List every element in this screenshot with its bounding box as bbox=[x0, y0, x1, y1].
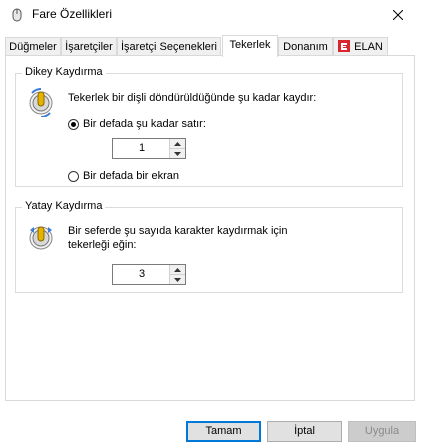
horizontal-scroll-group: Yatay Kaydırma Bir seferde şu sayıda kar… bbox=[15, 200, 403, 293]
stepper-up-button[interactable] bbox=[170, 265, 185, 275]
stepper-down-button[interactable] bbox=[170, 275, 185, 284]
one-screen-label[interactable]: Bir defada bir ekran bbox=[83, 170, 179, 182]
tab-pointer-options[interactable]: İşaretçi Seçenekleri bbox=[117, 37, 221, 55]
tab-buttons[interactable]: Düğmeler bbox=[5, 37, 61, 55]
tab-elan[interactable]: ELAN bbox=[333, 37, 388, 55]
tab-hardware[interactable]: Donanım bbox=[278, 37, 333, 55]
stepper-arrows bbox=[169, 139, 185, 158]
lines-stepper[interactable]: 1 bbox=[112, 138, 186, 159]
elan-icon bbox=[338, 40, 351, 52]
tab-label: Tekerlek bbox=[229, 39, 271, 51]
group-label: Yatay Kaydırma bbox=[22, 200, 106, 212]
window-title: Fare Özellikleri bbox=[32, 7, 113, 21]
vertical-scroll-group: Dikey Kaydırma Tekerlek bir dişli döndür… bbox=[15, 66, 403, 187]
ok-button[interactable]: Tamam bbox=[186, 421, 261, 442]
lines-value[interactable]: 1 bbox=[113, 139, 171, 158]
lines-per-notch-radio[interactable] bbox=[68, 119, 79, 130]
close-button[interactable] bbox=[375, 0, 421, 30]
tab-pointers[interactable]: İşaretçiler bbox=[61, 37, 117, 55]
arrow-down-icon bbox=[174, 277, 181, 282]
mouse-wheel-icon bbox=[29, 87, 53, 117]
lines-per-notch-label[interactable]: Bir defada şu kadar satır: bbox=[83, 118, 206, 130]
stepper-up-button[interactable] bbox=[170, 139, 185, 149]
horizontal-description: Bir seferde şu sayıda karakter kaydırmak… bbox=[68, 225, 288, 251]
arrow-up-icon bbox=[174, 267, 181, 272]
cancel-button[interactable]: İptal bbox=[267, 421, 342, 442]
stepper-arrows bbox=[169, 265, 185, 284]
tab-label: İşaretçi Seçenekleri bbox=[121, 41, 217, 53]
tab-label: Düğmeler bbox=[9, 41, 57, 53]
tab-label: ELAN bbox=[354, 41, 383, 53]
tab-label: İşaretçiler bbox=[65, 41, 113, 53]
chars-stepper[interactable]: 3 bbox=[112, 264, 186, 285]
arrow-up-icon bbox=[174, 141, 181, 146]
mouse-wheel-tilt-icon bbox=[29, 226, 53, 250]
mouse-icon bbox=[12, 8, 22, 22]
tab-wheel[interactable]: Tekerlek bbox=[222, 35, 278, 57]
arrow-down-icon bbox=[174, 151, 181, 156]
one-screen-radio[interactable] bbox=[68, 171, 79, 182]
tab-panel-wheel: Dikey Kaydırma Tekerlek bir dişli döndür… bbox=[5, 55, 415, 401]
title-bar: Fare Özellikleri bbox=[0, 0, 421, 30]
tab-label: Donanım bbox=[283, 41, 328, 53]
group-label: Dikey Kaydırma bbox=[22, 66, 106, 78]
chars-value[interactable]: 3 bbox=[113, 265, 171, 284]
apply-button[interactable]: Uygula bbox=[348, 421, 416, 442]
vertical-description: Tekerlek bir dişli döndürüldüğünde şu ka… bbox=[68, 92, 317, 104]
stepper-down-button[interactable] bbox=[170, 149, 185, 158]
close-icon bbox=[393, 10, 403, 20]
